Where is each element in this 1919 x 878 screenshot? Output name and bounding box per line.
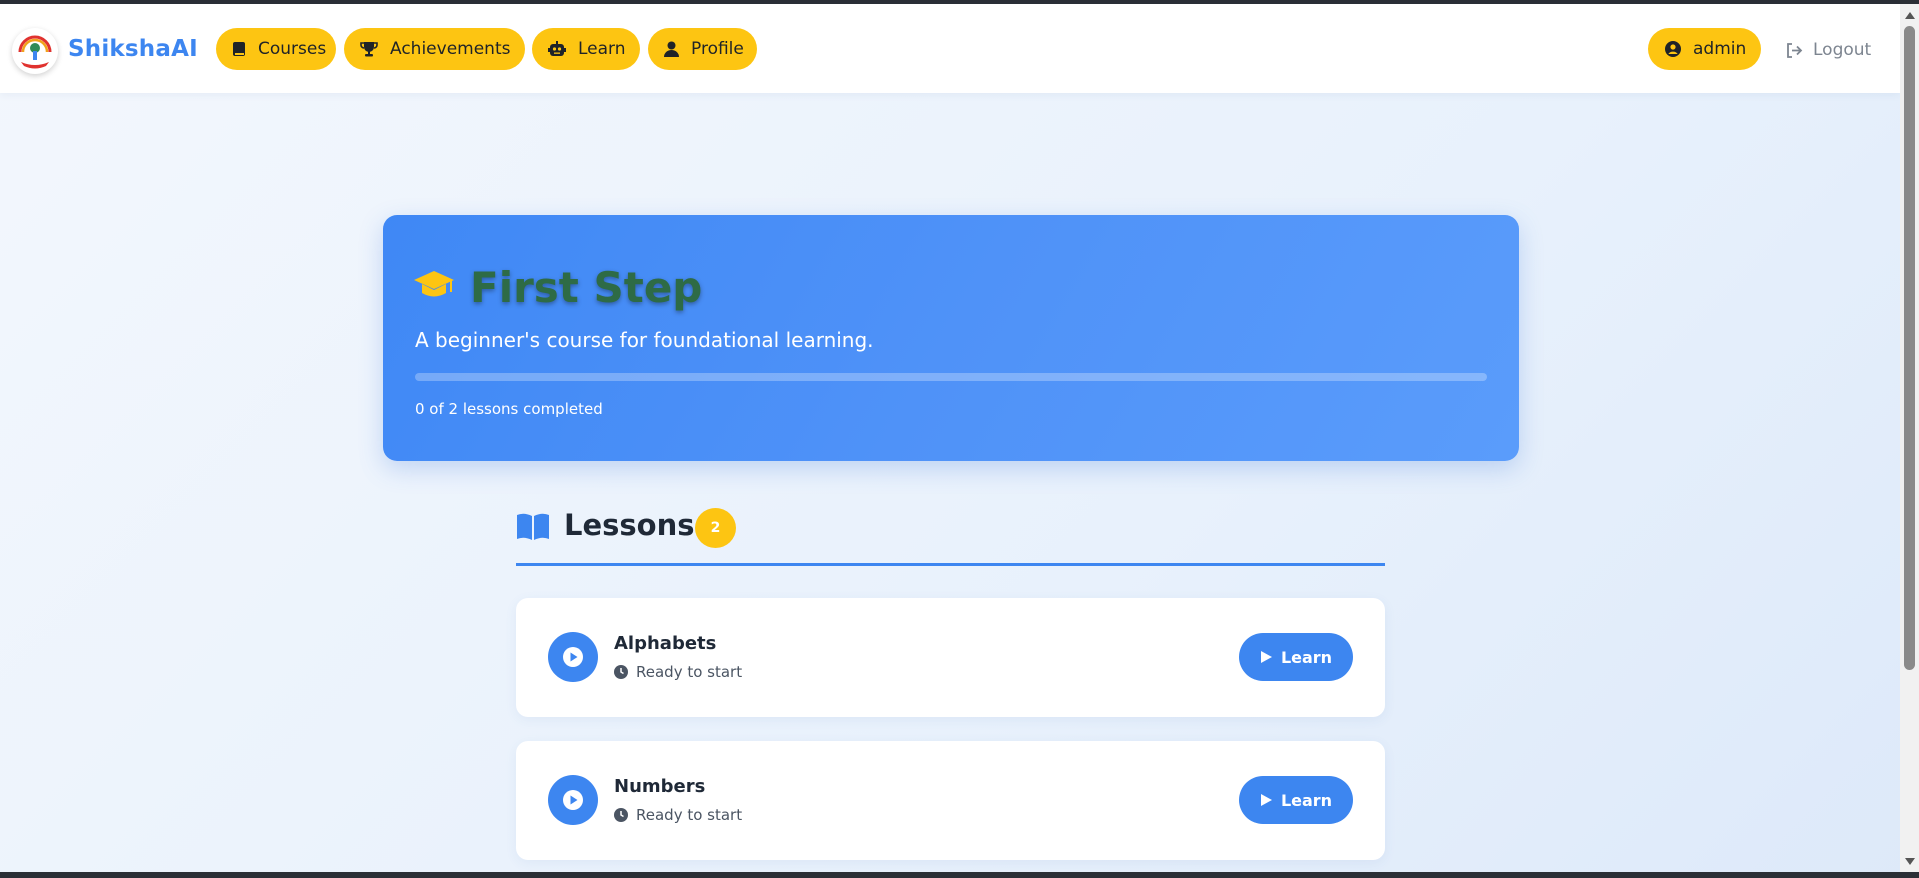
logout-label: Logout [1813, 40, 1872, 60]
course-progress-bar [415, 373, 1487, 381]
nav-courses-button[interactable]: Courses [216, 28, 336, 70]
robot-icon [548, 41, 566, 56]
nav-profile-button[interactable]: Profile [648, 28, 757, 70]
lesson-card: Alphabets Ready to start Learn [516, 598, 1385, 717]
logout-link[interactable]: Logout [1786, 38, 1871, 62]
lessons-heading: Lessons [564, 508, 695, 542]
lesson-name: Alphabets [614, 633, 717, 654]
lesson-card: Numbers Ready to start Learn [516, 741, 1385, 860]
logo[interactable] [12, 28, 58, 74]
brand-name[interactable]: ShikshaAI [68, 36, 198, 62]
progress-text: 0 of 2 lessons completed [415, 400, 603, 418]
play-icon [1260, 794, 1272, 806]
clock-icon [614, 808, 628, 822]
learn-button-label: Learn [1280, 790, 1333, 810]
learn-button-label: Learn [1280, 647, 1333, 667]
course-title: First Step [470, 263, 703, 312]
nav-courses-label: Courses [258, 39, 327, 59]
clock-icon [614, 665, 628, 679]
navbar: ShikshaAI Courses Achievements Learn Pro… [0, 4, 1900, 93]
nav-profile-label: Profile [691, 39, 744, 59]
username-label: admin [1693, 39, 1747, 59]
course-description: A beginner's course for foundational lea… [415, 328, 874, 352]
nav-achievements-label: Achievements [390, 39, 511, 59]
lesson-play-icon [548, 775, 598, 825]
scroll-up-arrow-icon[interactable] [1905, 12, 1915, 19]
learn-button[interactable]: Learn [1239, 633, 1353, 681]
page-scrollbar[interactable] [1900, 4, 1919, 872]
user-circle-icon [1665, 41, 1681, 57]
lessons-count-badge: 2 [695, 508, 736, 548]
course-hero-card: First Step A beginner's course for found… [383, 215, 1519, 461]
nav-achievements-button[interactable]: Achievements [344, 28, 525, 70]
logout-icon [1787, 42, 1803, 58]
user-menu-button[interactable]: admin [1648, 28, 1761, 70]
lesson-status: Ready to start [614, 663, 742, 681]
user-icon [664, 41, 679, 57]
book-icon [233, 42, 245, 56]
open-book-icon [517, 513, 549, 540]
lesson-status: Ready to start [614, 806, 742, 824]
nav-learn-label: Learn [578, 39, 626, 59]
play-circle-icon [563, 790, 583, 810]
learn-button[interactable]: Learn [1239, 776, 1353, 824]
lesson-status-label: Ready to start [636, 663, 743, 681]
play-circle-icon [563, 647, 583, 667]
lessons-divider [516, 563, 1385, 566]
lesson-play-icon [548, 632, 598, 682]
window-bottom-border [0, 872, 1919, 878]
logo-icon [18, 35, 52, 69]
graduation-cap-icon [414, 271, 454, 297]
lesson-name: Numbers [614, 776, 706, 797]
lesson-status-label: Ready to start [636, 806, 743, 824]
nav-learn-button[interactable]: Learn [532, 28, 640, 70]
scroll-down-arrow-icon[interactable] [1905, 858, 1915, 865]
trophy-icon [360, 42, 378, 57]
play-icon [1260, 651, 1272, 663]
scrollbar-thumb[interactable] [1904, 26, 1915, 670]
